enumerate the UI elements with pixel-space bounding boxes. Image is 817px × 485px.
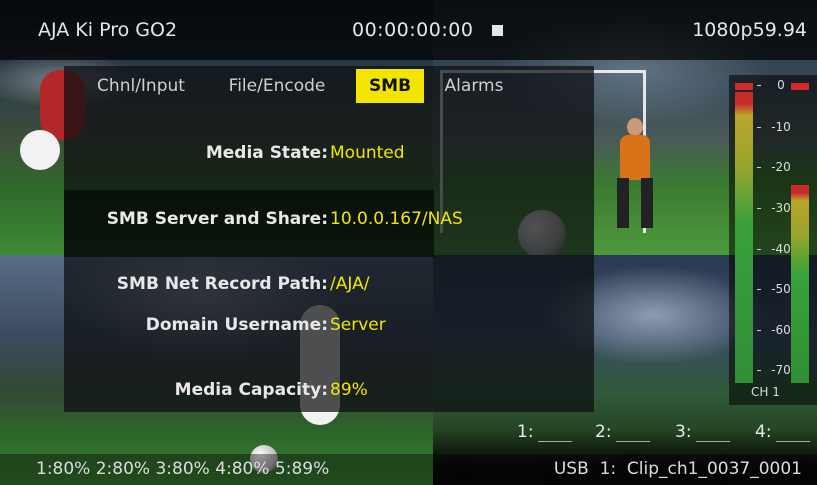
input-slot-4[interactable]: 4: — [755, 422, 810, 442]
meter-tick: -30 — [757, 201, 801, 215]
smb-server-share-value[interactable]: 10.0.0.167/NAS — [330, 205, 463, 233]
player-figure — [20, 130, 60, 170]
smb-record-path-value[interactable]: /AJA/ — [330, 270, 369, 298]
meter-tick: -40 — [757, 242, 801, 256]
stop-icon — [492, 25, 503, 36]
meter-tick: -60 — [757, 323, 801, 337]
domain-username-label: Domain Username: — [145, 315, 328, 335]
input-slot-1[interactable]: 1: — [517, 422, 572, 442]
media-state-value: Mounted — [330, 143, 405, 163]
media-capacity-value: 89% — [330, 380, 368, 400]
meter-tick: 0 — [757, 78, 801, 92]
audio-meter: 0 -10 -20 -30 -40 -50 -60 -70 CH 1 — [729, 75, 817, 405]
meter-tick: -20 — [757, 160, 801, 174]
goalkeeper-figure — [617, 178, 653, 228]
media-state-label: Media State: — [205, 143, 328, 163]
video-format: 1080p59.94 — [692, 19, 807, 41]
goalkeeper-figure — [620, 135, 650, 180]
status-header: AJA Ki Pro GO2 00:00:00:00 1080p59.94 — [0, 0, 817, 60]
tab-alarms[interactable]: Alarms — [432, 69, 516, 103]
goalkeeper-figure — [627, 118, 643, 136]
input-slots: 1: 2: 3: 4: — [517, 422, 817, 448]
audio-level-bar — [735, 83, 753, 383]
meter-tick: -50 — [757, 282, 801, 296]
meter-tick: -70 — [757, 363, 801, 377]
tab-chnl-input[interactable]: Chnl/Input — [76, 69, 206, 103]
recording-target: USB 1: Clip_ch1_0037_0001 — [553, 459, 802, 479]
device-name: AJA Ki Pro GO2 — [38, 19, 178, 41]
status-footer: 1:80% 2:80% 3:80% 4:80% 5:89% USB 1: Cli… — [0, 454, 817, 485]
input-slot-3[interactable]: 3: — [675, 422, 730, 442]
media-capacity-label: Media Capacity: — [174, 380, 328, 400]
input-slot-2[interactable]: 2: — [595, 422, 650, 442]
tab-file-encode[interactable]: File/Encode — [206, 69, 348, 103]
smb-record-path-label: SMB Net Record Path: — [116, 274, 328, 294]
smb-server-share-label: SMB Server and Share: — [106, 209, 328, 229]
menu-tabs: Chnl/Input File/Encode SMB Alarms — [64, 69, 524, 103]
audio-channel-label: CH 1 — [751, 385, 780, 399]
tab-smb[interactable]: SMB — [356, 69, 424, 103]
media-levels: 1:80% 2:80% 3:80% 4:80% 5:89% — [36, 459, 330, 479]
meter-tick: -10 — [757, 120, 801, 134]
domain-username-value[interactable]: Server — [330, 311, 386, 339]
timecode-display: 00:00:00:00 — [352, 19, 474, 41]
